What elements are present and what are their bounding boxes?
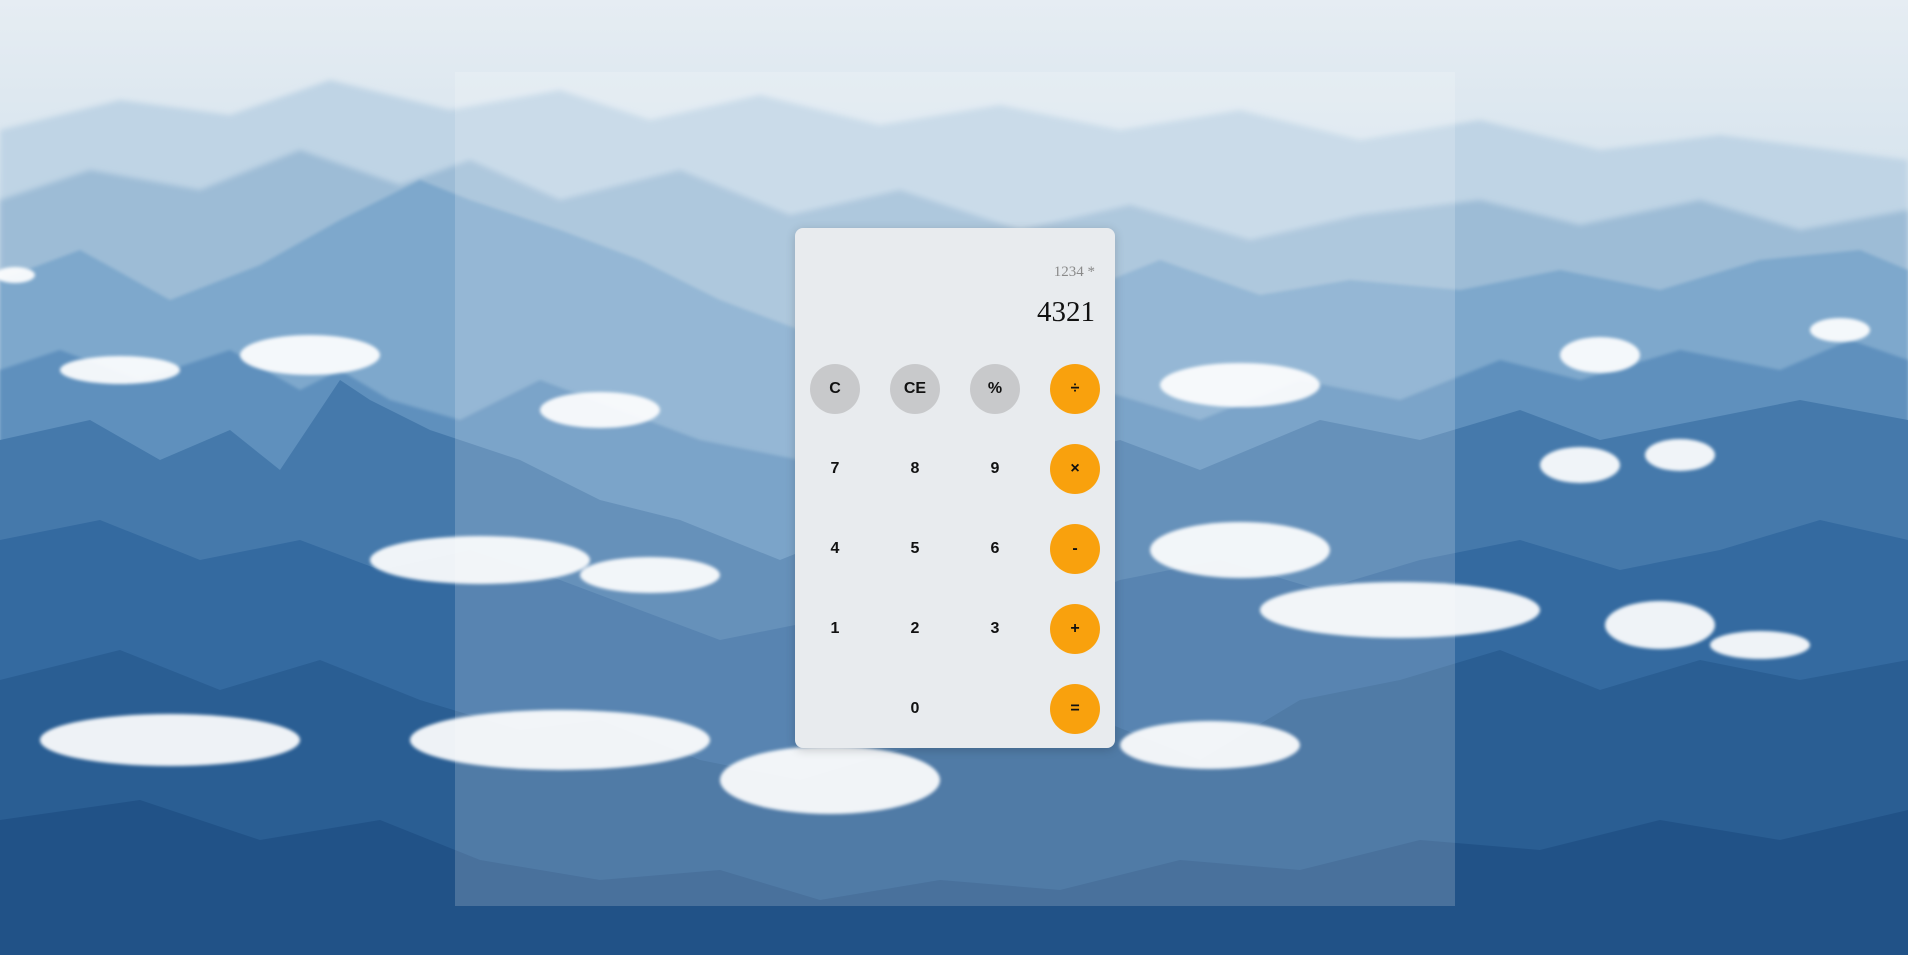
percent-button[interactable]: % [970,364,1020,414]
clear-entry-button[interactable]: CE [890,364,940,414]
expression-display: 1234 * [1053,264,1095,280]
add-button[interactable]: + [1050,604,1100,654]
digit-2-button[interactable]: 2 [890,604,940,654]
equals-button[interactable]: = [1050,684,1100,734]
result-display: 4321 [1037,296,1095,328]
digit-3-button[interactable]: 3 [970,604,1020,654]
digit-5-button[interactable]: 5 [890,524,940,574]
digit-9-button[interactable]: 9 [970,444,1020,494]
divide-button[interactable]: ÷ [1050,364,1100,414]
digit-4-button[interactable]: 4 [810,524,860,574]
calculator: 1234 * 4321 C CE % ÷ 7 8 9 × 4 5 6 - 1 2… [795,228,1115,748]
digit-7-button[interactable]: 7 [810,444,860,494]
digit-1-button[interactable]: 1 [810,604,860,654]
clear-button[interactable]: C [810,364,860,414]
digit-8-button[interactable]: 8 [890,444,940,494]
digit-0-button[interactable]: 0 [890,684,940,734]
multiply-button[interactable]: × [1050,444,1100,494]
subtract-button[interactable]: - [1050,524,1100,574]
digit-6-button[interactable]: 6 [970,524,1020,574]
